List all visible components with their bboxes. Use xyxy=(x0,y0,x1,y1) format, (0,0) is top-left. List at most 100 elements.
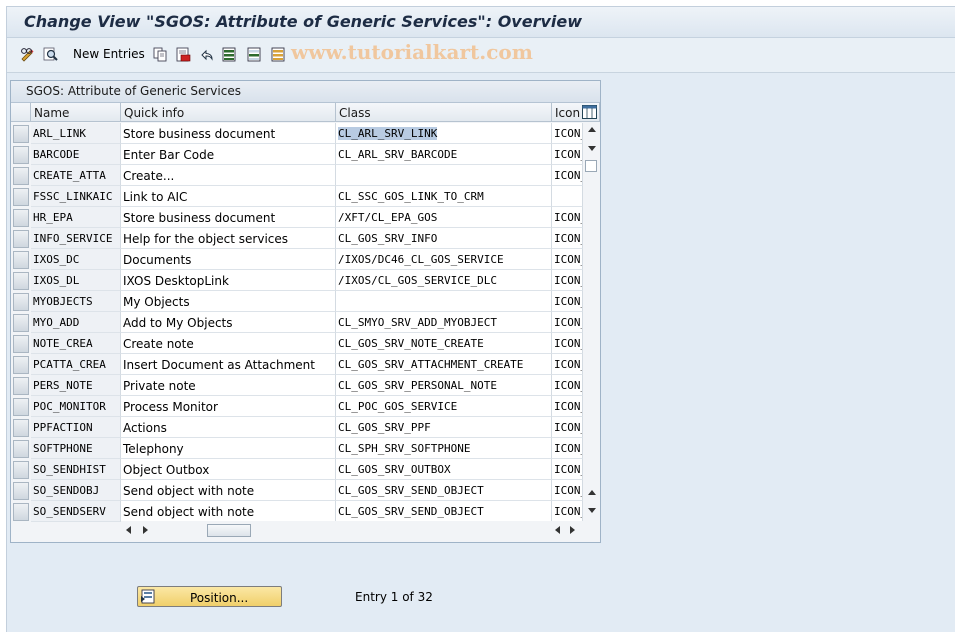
cell-quick-info[interactable]: Actions xyxy=(121,417,336,438)
cell-quick-info[interactable]: Send object with note xyxy=(121,501,336,522)
cell-class[interactable]: /IXOS/DC46_CL_GOS_SERVICE xyxy=(336,249,552,270)
row-selector[interactable] xyxy=(13,209,29,227)
row-selector[interactable] xyxy=(13,398,29,416)
cell-icon[interactable]: ICON_ xyxy=(552,270,583,291)
cell-icon[interactable]: ICON_ xyxy=(552,249,583,270)
cell-icon[interactable]: ICON_ xyxy=(552,144,583,165)
cell-quick-info[interactable]: Send object with note xyxy=(121,480,336,501)
scroll-right-icon[interactable] xyxy=(570,526,575,534)
row-selector[interactable] xyxy=(13,482,29,500)
column-header-quick-info[interactable]: Quick info xyxy=(121,103,336,122)
cell-class[interactable]: CL_SSC_GOS_LINK_TO_CRM xyxy=(336,186,552,207)
cell-class[interactable]: CL_GOS_SRV_PERSONAL_NOTE xyxy=(336,375,552,396)
select-all-icon[interactable] xyxy=(222,47,237,62)
cell-quick-info[interactable]: IXOS DesktopLink xyxy=(121,270,336,291)
row-selector[interactable] xyxy=(13,314,29,332)
cell-icon[interactable]: ICON_ xyxy=(552,501,583,522)
deselect-all-icon[interactable] xyxy=(271,47,286,62)
scroll-left-icon[interactable] xyxy=(555,526,560,534)
display-change-icon[interactable] xyxy=(20,47,35,62)
cell-icon[interactable]: ICON_ xyxy=(552,291,583,312)
row-selector[interactable] xyxy=(13,167,29,185)
new-entries-button[interactable]: New Entries xyxy=(73,47,145,61)
cell-class[interactable]: CL_SMYO_SRV_ADD_MYOBJECT xyxy=(336,312,552,333)
row-selector[interactable] xyxy=(13,440,29,458)
scroll-down-icon[interactable] xyxy=(588,508,596,513)
cell-icon[interactable]: ICON_ xyxy=(552,228,583,249)
cell-class[interactable]: CL_SPH_SRV_SOFTPHONE xyxy=(336,438,552,459)
delete-icon[interactable] xyxy=(176,47,191,62)
cell-class[interactable]: CL_GOS_SRV_ATTACHMENT_CREATE xyxy=(336,354,552,375)
cell-quick-info[interactable]: Insert Document as Attachment xyxy=(121,354,336,375)
column-settings-icon[interactable] xyxy=(582,105,597,119)
cell-quick-info[interactable]: Private note xyxy=(121,375,336,396)
cell-class[interactable]: CL_GOS_SRV_PPF xyxy=(336,417,552,438)
row-selector[interactable] xyxy=(13,377,29,395)
row-selector[interactable] xyxy=(13,335,29,353)
horizontal-scrollbar[interactable] xyxy=(121,521,553,540)
cell-icon[interactable] xyxy=(552,186,583,207)
undo-icon[interactable] xyxy=(199,47,214,62)
cell-icon[interactable]: ICON_ xyxy=(552,312,583,333)
cell-icon[interactable]: ICON_ xyxy=(552,333,583,354)
cell-quick-info[interactable]: Add to My Objects xyxy=(121,312,336,333)
horizontal-scroll-thumb[interactable] xyxy=(207,524,251,537)
column-header-class[interactable]: Class xyxy=(336,103,552,122)
cell-class[interactable]: /XFT/CL_EPA_GOS xyxy=(336,207,552,228)
cell-class[interactable]: CL_POC_GOS_SERVICE xyxy=(336,396,552,417)
cell-icon[interactable]: ICON_ xyxy=(552,396,583,417)
cell-icon[interactable]: ICON_ xyxy=(552,165,583,186)
cell-quick-info[interactable]: Help for the object services xyxy=(121,228,336,249)
cell-class[interactable]: CL_GOS_SRV_INFO xyxy=(336,228,552,249)
horizontal-scrollbar-icon-column[interactable] xyxy=(552,521,583,540)
row-selector[interactable] xyxy=(13,125,29,143)
cell-icon[interactable]: ICON_ xyxy=(552,207,583,228)
row-selector[interactable] xyxy=(13,230,29,248)
scroll-right-icon[interactable] xyxy=(143,526,148,534)
position-button[interactable]: Position... xyxy=(137,586,282,607)
column-header-name[interactable]: Name xyxy=(31,103,121,122)
cell-icon[interactable]: ICON_ xyxy=(552,459,583,480)
select-block-icon[interactable] xyxy=(247,47,262,62)
vertical-scrollbar[interactable] xyxy=(583,123,600,521)
scroll-up-icon[interactable] xyxy=(588,127,596,132)
row-selector[interactable] xyxy=(13,251,29,269)
cell-quick-info[interactable]: My Objects xyxy=(121,291,336,312)
cell-icon[interactable]: ICON_ xyxy=(552,375,583,396)
cell-quick-info[interactable]: Telephony xyxy=(121,438,336,459)
select-all-rows-cell[interactable] xyxy=(11,103,31,122)
column-header-icon[interactable]: Icon xyxy=(552,103,600,122)
cell-quick-info[interactable]: Link to AIC xyxy=(121,186,336,207)
scroll-down-page-icon[interactable] xyxy=(588,146,596,151)
cell-quick-info[interactable]: Store business document xyxy=(121,207,336,228)
cell-class[interactable]: /IXOS/CL_GOS_SERVICE_DLC xyxy=(336,270,552,291)
cell-class[interactable]: CL_GOS_SRV_OUTBOX xyxy=(336,459,552,480)
row-selector[interactable] xyxy=(13,146,29,164)
row-selector[interactable] xyxy=(13,293,29,311)
cell-icon[interactable]: ICON_ xyxy=(552,354,583,375)
cell-icon[interactable]: ICON_ xyxy=(552,438,583,459)
row-selector[interactable] xyxy=(13,461,29,479)
cell-class[interactable] xyxy=(336,291,552,312)
cell-class[interactable]: CL_ARL_SRV_LINK xyxy=(336,123,552,144)
row-selector[interactable] xyxy=(13,419,29,437)
row-selector[interactable] xyxy=(13,188,29,206)
scroll-up-page-icon[interactable] xyxy=(588,490,596,495)
cell-icon[interactable]: ICON_ xyxy=(552,123,583,144)
cell-quick-info[interactable]: Process Monitor xyxy=(121,396,336,417)
scroll-left-icon[interactable] xyxy=(126,526,131,534)
cell-quick-info[interactable]: Documents xyxy=(121,249,336,270)
row-selector[interactable] xyxy=(13,272,29,290)
cell-quick-info[interactable]: Create... xyxy=(121,165,336,186)
scroll-thumb[interactable] xyxy=(585,160,597,172)
cell-quick-info[interactable]: Object Outbox xyxy=(121,459,336,480)
cell-quick-info[interactable]: Enter Bar Code xyxy=(121,144,336,165)
cell-class[interactable]: CL_GOS_SRV_NOTE_CREATE xyxy=(336,333,552,354)
cell-class[interactable] xyxy=(336,165,552,186)
cell-class[interactable]: CL_ARL_SRV_BARCODE xyxy=(336,144,552,165)
copy-icon[interactable] xyxy=(153,47,168,62)
cell-class[interactable]: CL_GOS_SRV_SEND_OBJECT xyxy=(336,480,552,501)
cell-icon[interactable]: ICON_ xyxy=(552,480,583,501)
cell-quick-info[interactable]: Store business document xyxy=(121,123,336,144)
cell-quick-info[interactable]: Create note xyxy=(121,333,336,354)
